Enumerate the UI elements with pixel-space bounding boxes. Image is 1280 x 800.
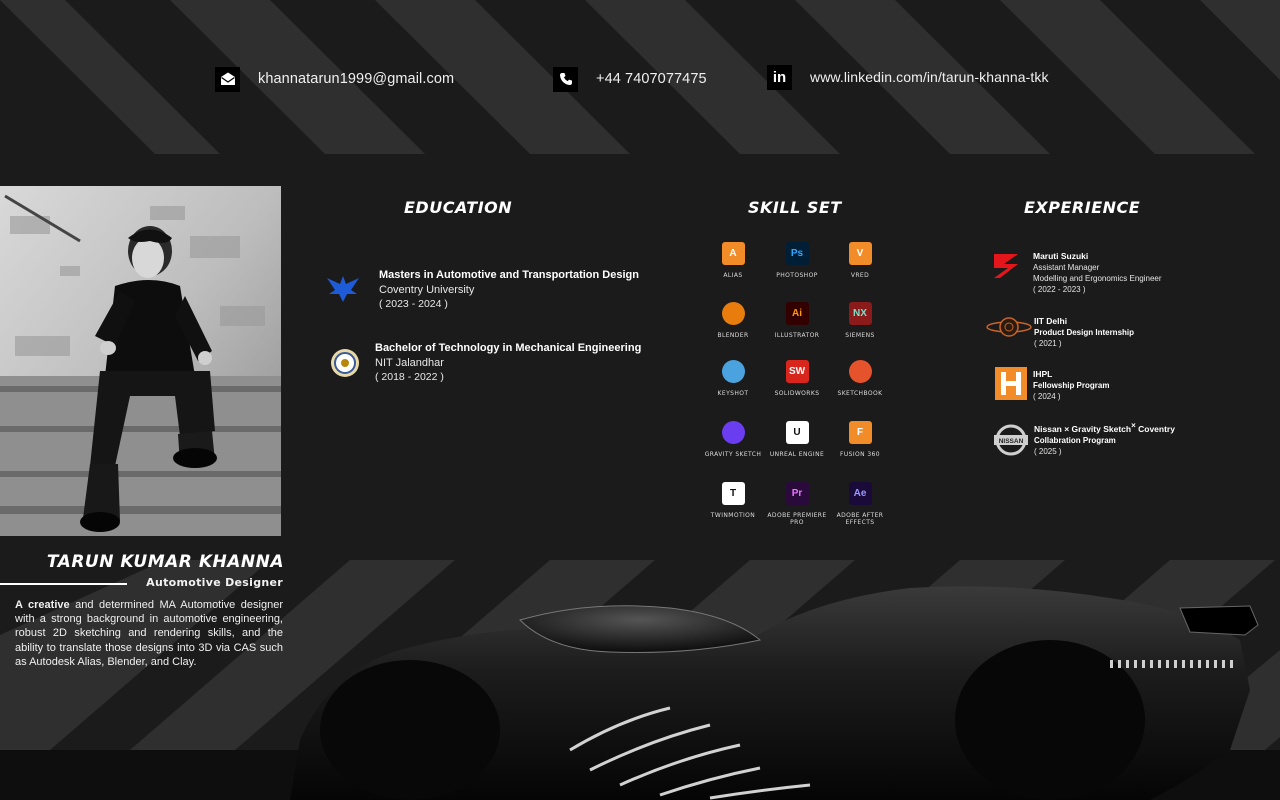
skill-label: ILLUSTRATOR (774, 332, 820, 339)
education-item: Bachelor of Technology in Mechanical Eng… (375, 342, 641, 383)
concept-car-image (290, 586, 1259, 800)
skill-label: PHOTOSHOP (776, 272, 818, 279)
degree: Bachelor of Technology in Mechanical Eng… (375, 342, 642, 354)
skill-solidworks: SW SOLIDWORKS (761, 360, 833, 397)
envelope-icon (215, 66, 240, 92)
contact-phone[interactable]: +44 7407077475 (553, 66, 707, 92)
skill-gravity-sketch: GRAVITY SKETCH (697, 421, 769, 458)
profile-bio: A creative and determined MA Automotive … (15, 598, 283, 669)
company: IIT Delhi (1034, 316, 1068, 326)
experience-item: IIT Delhi Product Design Internship ( 20… (1034, 316, 1134, 348)
company-line: Nissan × Gravity Sketch× Coventry (1034, 421, 1175, 434)
skill-label: GRAVITY SKETCH (704, 451, 762, 458)
skill-label: UNREAL ENGINE (769, 451, 825, 458)
job-title: Product Design Internship (1034, 328, 1135, 337)
suzuki-logo (990, 251, 1022, 286)
keyshot-icon (721, 360, 745, 383)
job-detail: Modelling and Ergonomics Engineer (1033, 274, 1162, 283)
vred-icon: V (848, 242, 872, 265)
svg-text:NISSAN: NISSAN (999, 438, 1024, 445)
years: ( 2022 - 2023 ) (1033, 285, 1086, 294)
email-text[interactable]: khannatarun1999@gmail.com (258, 71, 454, 87)
alias-icon: A (721, 242, 745, 265)
blender-icon (721, 302, 745, 325)
years: ( 2025 ) (1034, 446, 1062, 456)
bio-lead: A creative (15, 599, 70, 611)
job-title: Collabration Program (1034, 435, 1116, 445)
experience-heading: EXPERIENCE (1024, 198, 1141, 217)
institution: NIT Jalandhar (375, 357, 444, 369)
adobe-premiere-pro-icon: Pr (785, 482, 809, 505)
gravity-sketch-icon (721, 421, 745, 444)
education-heading: EDUCATION (404, 198, 513, 217)
skill-vred: V VRED (824, 242, 896, 279)
contact-email[interactable]: khannatarun1999@gmail.com (215, 66, 454, 92)
skill-keyshot: KEYSHOT (697, 360, 769, 397)
degree: Masters in Automotive and Transportation… (379, 269, 639, 281)
nissan-logo: NISSAN (994, 424, 1028, 461)
sketchbook-icon (848, 360, 872, 383)
skill-label: VRED (850, 272, 870, 279)
profile-name: TARUN KUMAR KHANNA (46, 552, 284, 572)
skill-label: ADOBE PREMIERE PRO (767, 512, 827, 526)
years: ( 2023 - 2024 ) (379, 298, 448, 310)
skill-fusion-360: F FUSION 360 (824, 421, 896, 458)
unreal-engine-icon: U (785, 421, 809, 444)
company-tail: Coventry (1135, 423, 1175, 434)
skill-twinmotion: T TWINMOTION (697, 482, 769, 519)
skill-photoshop: Ps PHOTOSHOP (761, 242, 833, 279)
education-item: Masters in Automotive and Transportation… (379, 269, 639, 310)
linkedin-text[interactable]: www.linkedin.com/in/tarun-khanna-tkk (810, 69, 1049, 85)
skill-label: KEYSHOT (717, 390, 749, 397)
siemens-icon: NX (848, 302, 872, 325)
skill-illustrator: Ai ILLUSTRATOR (761, 302, 833, 339)
role-divider (0, 583, 127, 585)
years: ( 2018 - 2022 ) (375, 371, 444, 383)
institution: Coventry University (379, 284, 475, 296)
profile-role: Automotive Designer (146, 576, 283, 589)
skill-unreal-engine: U UNREAL ENGINE (761, 421, 833, 458)
experience-item: Nissan × Gravity Sketch× Coventry Collab… (1034, 421, 1175, 456)
solidworks-icon: SW (785, 360, 809, 383)
skill-sketchbook: SKETCHBOOK (824, 360, 896, 397)
iit-delhi-logo (985, 315, 1033, 344)
skill-label: SIEMENS (845, 332, 875, 339)
contact-linkedin[interactable]: in www.linkedin.com/in/tarun-khanna-tkk (767, 64, 1049, 90)
experience-item: Maruti Suzuki Assistant Manager Modellin… (1033, 251, 1162, 294)
adobe-after-effects-icon: Ae (848, 482, 872, 505)
linkedin-icon: in (767, 64, 792, 90)
photoshop-icon: Ps (785, 242, 809, 265)
company: IHPL (1033, 369, 1053, 379)
experience-item: IHPL Fellowship Program ( 2024 ) (1033, 369, 1109, 401)
nit-logo (330, 348, 360, 383)
years: ( 2021 ) (1034, 339, 1062, 348)
company: Maruti Suzuki (1033, 251, 1089, 261)
fusion-360-icon: F (848, 421, 872, 444)
skill-adobe-after-effects: Ae ADOBE AFTER EFFECTS (824, 482, 896, 526)
job-title: Fellowship Program (1033, 381, 1110, 390)
phone-text[interactable]: +44 7407077475 (596, 71, 707, 87)
skill-label: TWINMOTION (710, 512, 756, 519)
skill-blender: BLENDER (697, 302, 769, 339)
skill-alias: A ALIAS (697, 242, 769, 279)
skill-siemens: NX SIEMENS (824, 302, 896, 339)
company: Nissan × Gravity Sketch (1034, 423, 1132, 434)
skill-label: SOLIDWORKS (774, 390, 820, 397)
skill-label: SKETCHBOOK (837, 390, 883, 397)
skill-label: ALIAS (723, 272, 743, 279)
skills-heading: SKILL SET (748, 198, 842, 217)
phone-icon (553, 66, 578, 92)
skill-label: BLENDER (717, 332, 749, 339)
skill-adobe-premiere-pro: Pr ADOBE PREMIERE PRO (761, 482, 833, 526)
years: ( 2024 ) (1033, 392, 1061, 401)
job-title: Assistant Manager (1033, 263, 1100, 272)
skill-label: ADOBE AFTER EFFECTS (836, 512, 884, 526)
coventry-logo (325, 270, 361, 309)
twinmotion-icon: T (721, 482, 745, 505)
illustrator-icon: Ai (785, 302, 809, 325)
ihpl-logo (995, 367, 1027, 405)
profile-photo (0, 186, 281, 536)
skill-label: FUSION 360 (840, 451, 880, 458)
